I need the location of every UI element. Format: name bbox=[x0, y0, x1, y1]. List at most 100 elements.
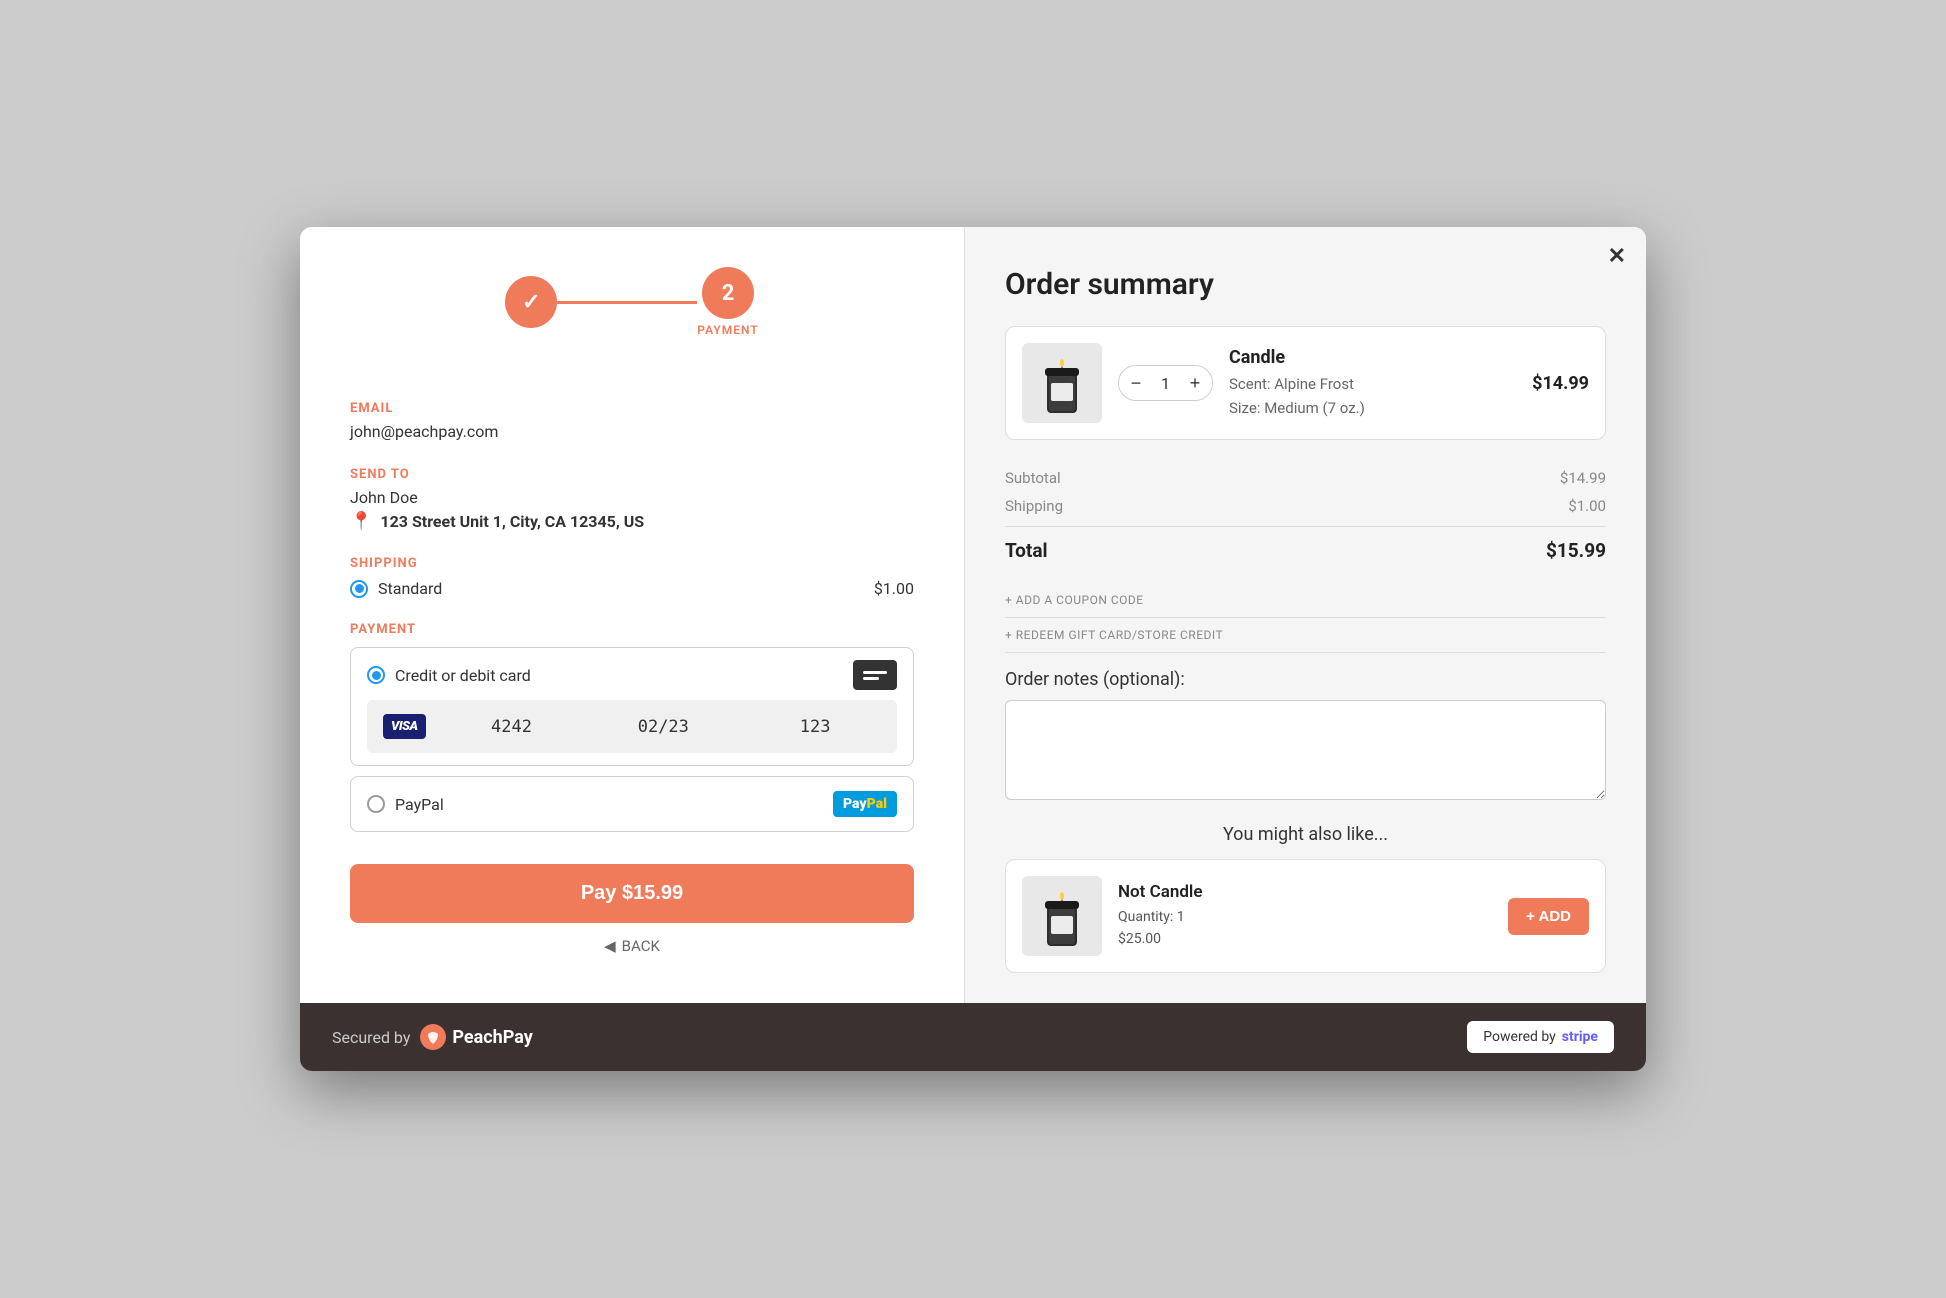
email-value: john@peachpay.com bbox=[350, 422, 914, 441]
paypal-option[interactable]: PayPal PayPal bbox=[350, 776, 914, 832]
step-1-circle: ✓ bbox=[505, 276, 557, 328]
shipping-section: SHIPPING Standard $1.00 bbox=[350, 532, 914, 598]
product-details: Candle Scent: Alpine Frost Size: Medium … bbox=[1229, 347, 1516, 420]
upsell-attrs: Quantity: 1 $25.00 bbox=[1118, 906, 1492, 951]
card-icon bbox=[853, 660, 897, 690]
grand-total-value: $15.99 bbox=[1546, 539, 1606, 562]
order-summary-title: Order summary bbox=[1005, 267, 1606, 302]
address-value: 123 Street Unit 1, City, CA 12345, US bbox=[380, 512, 644, 531]
grand-total-row: Total $15.99 bbox=[1005, 526, 1606, 567]
stepper: ✓ 2 PAYMENT bbox=[350, 267, 914, 337]
pin-icon: 📍 bbox=[350, 511, 372, 532]
paypal-radio[interactable] bbox=[367, 795, 385, 813]
secured-text: Secured by bbox=[332, 1028, 410, 1047]
shipping-price: $1.00 bbox=[874, 579, 914, 598]
card-line-1 bbox=[863, 671, 887, 674]
step-2-wrapper: 2 PAYMENT bbox=[697, 267, 758, 337]
grand-total-label: Total bbox=[1005, 539, 1048, 562]
send-to-label: SEND TO bbox=[350, 467, 914, 482]
product-size-label: Size: bbox=[1229, 399, 1264, 417]
email-section: EMAIL john@peachpay.com bbox=[350, 377, 914, 443]
step-2-label: PAYMENT bbox=[697, 323, 758, 337]
upsell-price: $25.00 bbox=[1118, 931, 1161, 947]
product-card: − 1 + Candle Scent: Alpine Frost Size: M… bbox=[1005, 326, 1606, 440]
totals-section: Subtotal $14.99 Shipping $1.00 Total $15… bbox=[1005, 464, 1606, 567]
visa-badge: VISA bbox=[383, 714, 426, 739]
upsell-details: Not Candle Quantity: 1 $25.00 bbox=[1118, 882, 1492, 951]
quantity-control[interactable]: − 1 + bbox=[1118, 365, 1213, 401]
shipping-total-row: Shipping $1.00 bbox=[1005, 492, 1606, 520]
upsell-card: Not Candle Quantity: 1 $25.00 + ADD bbox=[1005, 859, 1606, 973]
step-1-check: ✓ bbox=[522, 290, 540, 315]
stripe-badge: Powered by stripe bbox=[1467, 1021, 1614, 1053]
product-size: Medium (7 oz.) bbox=[1264, 399, 1365, 417]
send-to-name: John Doe bbox=[350, 488, 914, 507]
paypal-badge: PayPal bbox=[833, 791, 897, 817]
shipping-total-label: Shipping bbox=[1005, 497, 1063, 515]
qty-increase-button[interactable]: + bbox=[1178, 366, 1212, 400]
candle-svg bbox=[1037, 348, 1087, 418]
upsell-quantity: Quantity: 1 bbox=[1118, 909, 1185, 925]
pay-button[interactable]: Pay $15.99 bbox=[350, 864, 914, 923]
shipping-option[interactable]: Standard bbox=[350, 579, 442, 598]
upsell-candle-svg bbox=[1037, 881, 1087, 951]
secured-by: Secured by PeachPay bbox=[332, 1024, 533, 1050]
subtotal-row: Subtotal $14.99 bbox=[1005, 464, 1606, 492]
card-icon-lines bbox=[863, 671, 887, 680]
send-to-section: SEND TO John Doe 📍 123 Street Unit 1, Ci… bbox=[350, 443, 914, 532]
step-2-number: 2 bbox=[722, 281, 735, 306]
card-line-2 bbox=[863, 677, 879, 680]
coupon-link[interactable]: + ADD A COUPON CODE bbox=[1005, 583, 1606, 618]
payment-section-label: PAYMENT bbox=[350, 622, 914, 637]
card-number[interactable]: 4242 bbox=[446, 717, 578, 737]
shipping-row: Standard $1.00 bbox=[350, 579, 914, 598]
card-cvv[interactable]: 123 bbox=[749, 717, 881, 737]
order-notes-label: Order notes (optional): bbox=[1005, 669, 1606, 690]
step-line bbox=[557, 301, 697, 304]
shipping-radio[interactable] bbox=[350, 580, 368, 598]
close-button[interactable]: ✕ bbox=[1608, 243, 1626, 269]
product-name: Candle bbox=[1229, 347, 1516, 368]
upsell-add-button[interactable]: + ADD bbox=[1508, 898, 1589, 935]
order-notes-input[interactable] bbox=[1005, 700, 1606, 800]
powered-text: Powered by bbox=[1483, 1029, 1556, 1045]
subtotal-label: Subtotal bbox=[1005, 469, 1061, 487]
paypal-label-row: PayPal bbox=[367, 795, 444, 814]
product-price: $14.99 bbox=[1532, 373, 1589, 394]
upsell-title: You might also like... bbox=[1005, 824, 1606, 845]
credit-card-option[interactable]: Credit or debit card bbox=[350, 647, 914, 766]
product-attrs: Scent: Alpine Frost Size: Medium (7 oz.) bbox=[1229, 372, 1516, 420]
step-2-circle: 2 bbox=[702, 267, 754, 319]
gift-link[interactable]: + REDEEM GIFT CARD/STORE CREDIT bbox=[1005, 618, 1606, 653]
card-expiry[interactable]: 02/23 bbox=[597, 717, 729, 737]
back-link[interactable]: ◀ BACK bbox=[350, 937, 914, 955]
qty-decrease-button[interactable]: − bbox=[1119, 366, 1153, 400]
qty-value: 1 bbox=[1153, 374, 1178, 393]
product-scent-label: Scent: bbox=[1229, 375, 1274, 393]
credit-radio[interactable] bbox=[367, 666, 385, 684]
upsell-image bbox=[1022, 876, 1102, 956]
checkout-modal: ✕ ✓ 2 PAYMENT bbox=[300, 227, 1646, 1071]
credit-card-label-row: Credit or debit card bbox=[367, 666, 531, 685]
paypal-label: PayPal bbox=[395, 795, 444, 814]
subtotal-value: $14.99 bbox=[1560, 469, 1606, 487]
shipping-option-label: Standard bbox=[378, 579, 442, 598]
email-label: EMAIL bbox=[350, 401, 914, 416]
right-panel: Order summary bbox=[965, 227, 1646, 1003]
credit-label: Credit or debit card bbox=[395, 666, 531, 685]
payment-section: PAYMENT Credit or debit card bbox=[350, 598, 914, 832]
address-row: 📍 123 Street Unit 1, City, CA 12345, US bbox=[350, 511, 914, 532]
peachpay-logo: PeachPay bbox=[420, 1024, 532, 1050]
shipping-total-value: $1.00 bbox=[1568, 497, 1606, 515]
credit-card-row: Credit or debit card bbox=[367, 660, 897, 690]
shipping-label: SHIPPING bbox=[350, 556, 914, 571]
modal-body: ✓ 2 PAYMENT EMAIL john@peachpay.com bbox=[300, 227, 1646, 1003]
peachpay-name: PeachPay bbox=[452, 1027, 532, 1048]
back-label: BACK bbox=[622, 937, 660, 955]
visa-card-row: VISA 4242 02/23 123 bbox=[367, 700, 897, 753]
stripe-text: stripe bbox=[1562, 1029, 1598, 1045]
upsell-name: Not Candle bbox=[1118, 882, 1492, 902]
peachpay-icon-svg bbox=[420, 1024, 446, 1050]
left-panel: ✓ 2 PAYMENT EMAIL john@peachpay.com bbox=[300, 227, 965, 1003]
back-chevron-icon: ◀ bbox=[604, 937, 616, 955]
